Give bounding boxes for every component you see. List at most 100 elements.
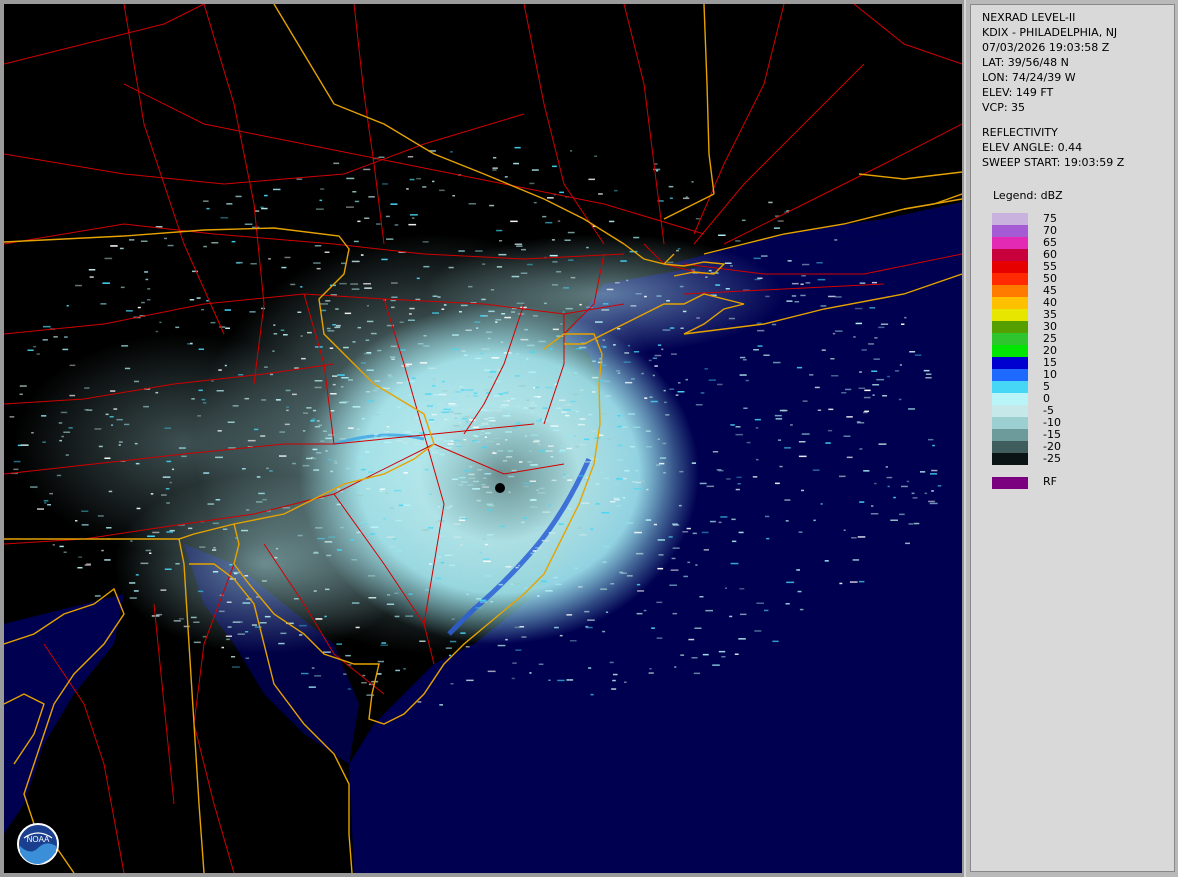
echo-speckle [441, 411, 449, 414]
echo-speckle [820, 503, 823, 505]
echo-speckle [325, 450, 328, 452]
echo-speckle [899, 513, 905, 516]
echo-speckle [269, 470, 273, 472]
echo-speckle [634, 531, 642, 534]
echo-speckle [395, 669, 400, 672]
echo-speckle [385, 215, 390, 218]
echo-speckle [501, 313, 506, 315]
echo-speckle [178, 618, 184, 620]
echo-speckle [725, 288, 730, 290]
echo-speckle [667, 261, 674, 264]
echo-speckle [77, 567, 83, 569]
echo-speckle [791, 295, 797, 297]
echo-speckle [468, 473, 475, 476]
echo-speckle [657, 344, 662, 346]
echo-speckle [694, 627, 702, 629]
echo-speckle [659, 457, 667, 459]
echo-speckle [355, 494, 364, 497]
echo-speckle [477, 469, 483, 471]
echo-speckle [433, 394, 440, 396]
echo-speckle [692, 532, 697, 535]
echo-speckle [53, 336, 58, 338]
echo-speckle [841, 392, 847, 394]
echo-speckle [340, 386, 344, 388]
echo-speckle [495, 319, 502, 321]
echo-speckle [444, 447, 453, 449]
echo-speckle [335, 308, 339, 310]
echo-speckle [530, 506, 538, 508]
echo-speckle [468, 409, 472, 411]
echo-speckle [380, 435, 388, 437]
echo-speckle [524, 587, 528, 589]
echo-speckle [225, 327, 230, 329]
echo-speckle [458, 519, 466, 521]
echo-speckle [931, 490, 934, 492]
echo-speckle [449, 564, 455, 567]
echo-speckle [791, 282, 799, 285]
radar-site-marker [495, 483, 505, 493]
echo-speckle [439, 453, 445, 456]
echo-speckle [557, 679, 565, 682]
echo-speckle [794, 301, 800, 303]
echo-speckle [458, 476, 466, 479]
echo-speckle [351, 288, 360, 290]
echo-speckle [516, 422, 521, 424]
echo-speckle [644, 295, 647, 298]
echo-speckle [455, 391, 462, 393]
echo-speckle [164, 568, 172, 570]
echo-speckle [497, 450, 504, 452]
echo-speckle [530, 411, 534, 414]
echo-speckle [570, 276, 576, 279]
echo-speckle [239, 621, 243, 623]
echo-speckle [717, 383, 723, 386]
echo-speckle [798, 531, 803, 533]
echo-speckle [444, 418, 448, 421]
echo-speckle [901, 485, 908, 488]
echo-speckle [579, 418, 586, 420]
echo-speckle [381, 258, 388, 261]
echo-speckle [110, 245, 118, 247]
echo-speckle [409, 214, 418, 216]
radar-map[interactable]: NOAA [4, 4, 962, 873]
echo-speckle [129, 582, 136, 584]
echo-speckle [526, 399, 529, 401]
echo-speckle [366, 305, 369, 307]
echo-speckle [268, 258, 271, 260]
echo-speckle [69, 364, 76, 367]
echo-speckle [498, 583, 503, 586]
echo-speckle [871, 370, 878, 372]
echo-speckle [474, 366, 477, 368]
legend-swatch [992, 249, 1028, 261]
echo-speckle [887, 485, 890, 488]
echo-speckle [868, 343, 874, 345]
echo-speckle [589, 458, 598, 460]
echo-speckle [404, 431, 412, 433]
echo-speckle [216, 390, 224, 392]
echo-speckle [422, 529, 430, 531]
echo-speckle [685, 196, 688, 198]
echo-speckle [328, 536, 336, 538]
echo-speckle [648, 672, 654, 674]
echo-speckle [483, 389, 490, 391]
echo-speckle [386, 238, 394, 240]
echo-speckle [242, 602, 251, 604]
echo-speckle [873, 358, 880, 360]
echo-speckle [559, 191, 564, 194]
echo-speckle [430, 421, 434, 423]
echo-speckle [479, 424, 485, 427]
echo-speckle [366, 352, 372, 354]
echo-speckle [293, 598, 299, 600]
echo-speckle [895, 370, 900, 372]
echo-speckle [356, 439, 360, 441]
echo-speckle [164, 237, 168, 240]
echo-speckle [529, 351, 536, 353]
echo-speckle [341, 377, 349, 379]
echo-speckle [307, 331, 312, 334]
echo-speckle [843, 435, 851, 437]
echo-speckle [797, 590, 802, 593]
echo-speckle [441, 308, 445, 310]
echo-speckle [292, 393, 297, 396]
echo-speckle [89, 409, 93, 411]
echo-speckle [407, 156, 414, 158]
echo-speckle [78, 556, 83, 558]
